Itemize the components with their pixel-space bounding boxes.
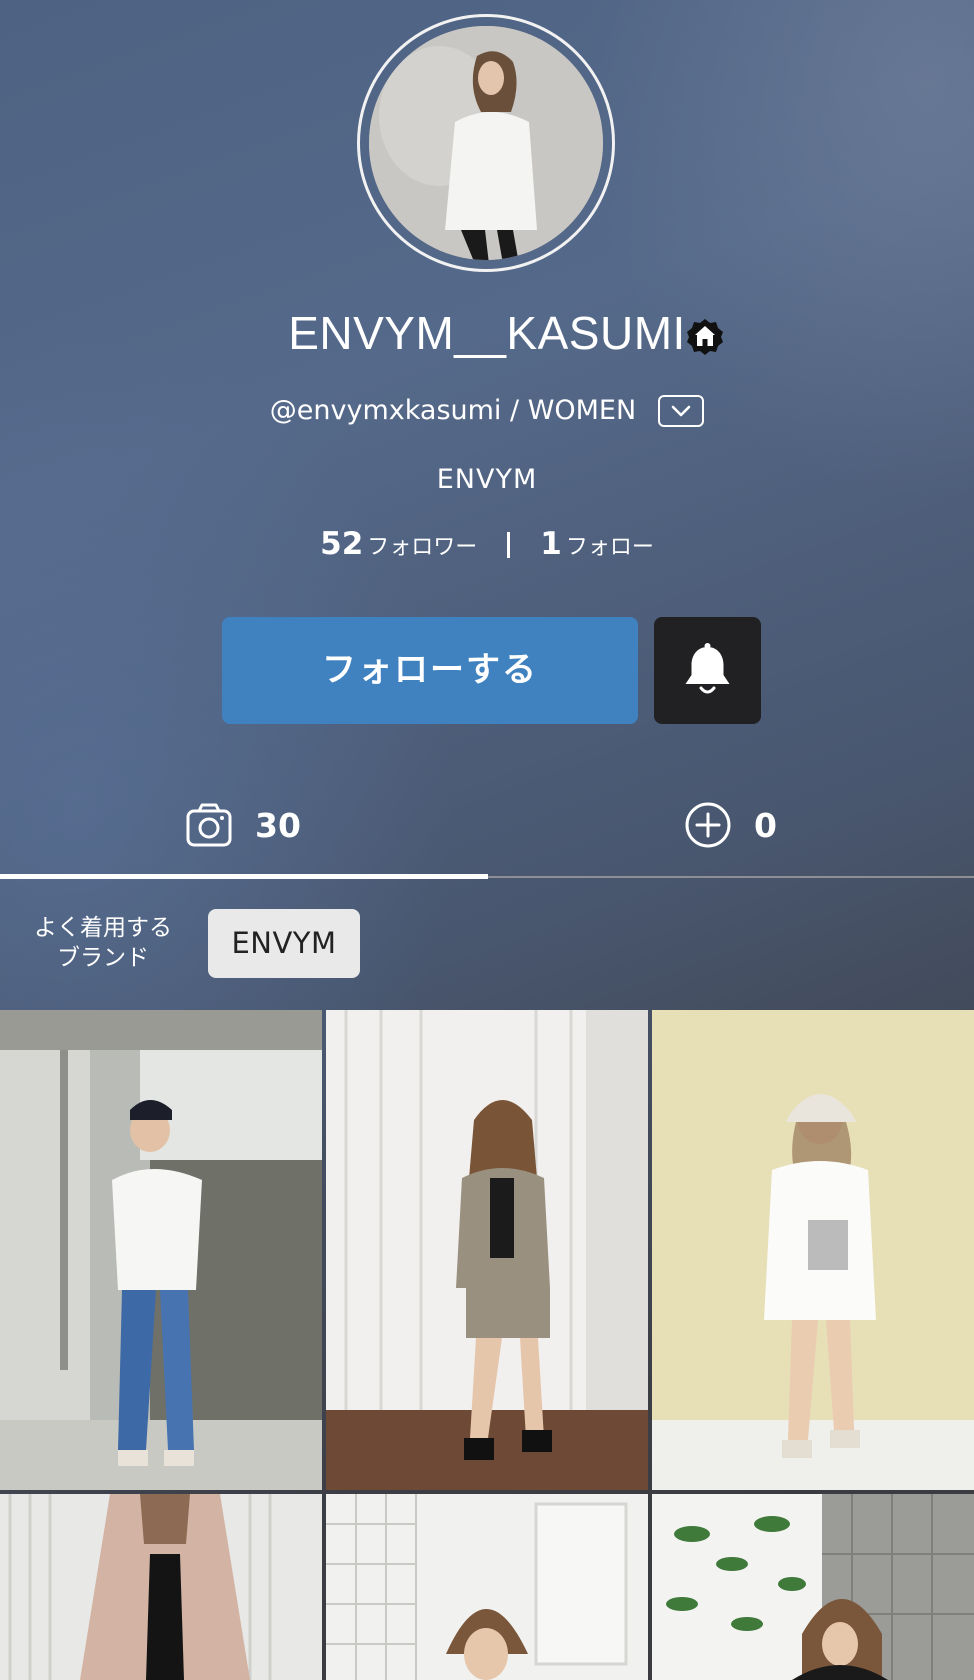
frequent-brands-label-line2: ブランド bbox=[57, 945, 149, 971]
post-thumbnail[interactable] bbox=[0, 1494, 322, 1680]
post-thumbnail[interactable] bbox=[326, 1494, 648, 1680]
post-photo bbox=[652, 1494, 974, 1680]
camera-icon bbox=[186, 803, 232, 847]
other-count: 0 bbox=[754, 805, 777, 845]
avatar[interactable] bbox=[369, 26, 603, 260]
frequent-brands-label: よく着用する ブランド bbox=[28, 913, 178, 973]
post-photo bbox=[326, 1494, 648, 1680]
tab-active-indicator bbox=[0, 874, 488, 879]
tab-posts[interactable]: 30 bbox=[185, 790, 301, 860]
post-thumbnail[interactable] bbox=[652, 1494, 974, 1680]
posts-count: 30 bbox=[255, 805, 301, 845]
tab-other[interactable]: 0 bbox=[684, 790, 777, 860]
profile-brand: ENVYM bbox=[436, 464, 538, 495]
followers-count: 52 bbox=[320, 526, 364, 562]
following-label: フォロー bbox=[565, 535, 654, 560]
post-thumbnail[interactable] bbox=[0, 1010, 322, 1490]
post-photo bbox=[0, 1494, 322, 1680]
user-handle: @envymxkasumi / WOMEN bbox=[269, 395, 637, 426]
avatar-photo bbox=[369, 26, 603, 260]
stats-divider bbox=[507, 532, 511, 558]
notification-button[interactable] bbox=[654, 617, 761, 724]
display-name: ENVYM__KASUMI bbox=[288, 307, 686, 359]
chevron-down-icon bbox=[671, 405, 691, 416]
post-photo bbox=[0, 1010, 322, 1490]
home-badge-icon bbox=[686, 318, 724, 356]
profile-dropdown-button[interactable] bbox=[658, 394, 705, 427]
frequent-brands-label-line1: よく着用する bbox=[34, 915, 172, 941]
follow-stats: 52 フォロワー 1 フォロー bbox=[0, 526, 974, 562]
handle-row: @envymxkasumi / WOMEN bbox=[0, 394, 974, 427]
post-photo bbox=[652, 1010, 974, 1490]
followers-label: フォロワー bbox=[367, 535, 478, 560]
followers-stat[interactable]: 52 フォロワー bbox=[320, 526, 478, 562]
post-photo bbox=[326, 1010, 648, 1490]
brand-chip-envym[interactable]: ENVYM bbox=[208, 909, 360, 978]
post-thumbnail[interactable] bbox=[326, 1010, 648, 1490]
follow-button[interactable]: フォローする bbox=[222, 617, 638, 724]
following-count: 1 bbox=[540, 526, 562, 562]
post-thumbnail[interactable] bbox=[652, 1010, 974, 1490]
bell-icon bbox=[685, 643, 730, 694]
plus-circle-icon bbox=[685, 802, 731, 848]
following-stat[interactable]: 1 フォロー bbox=[540, 526, 654, 562]
